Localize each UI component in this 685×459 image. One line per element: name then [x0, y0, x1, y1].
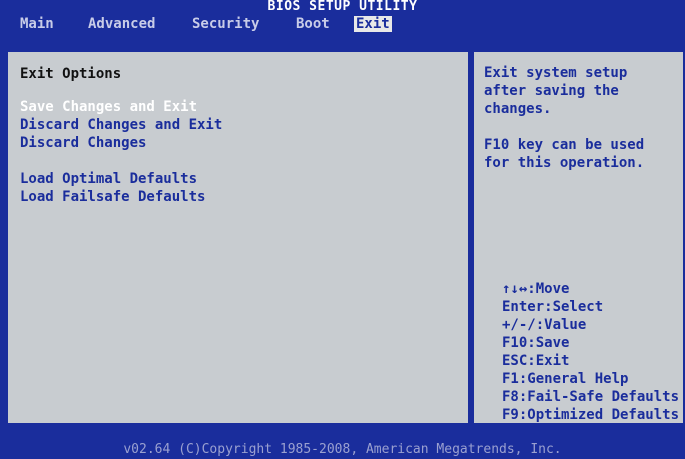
menu-boot[interactable]: Boot — [294, 16, 332, 32]
exit-options-panel: Exit Options Save Changes and Exit Disca… — [6, 50, 470, 425]
bios-screen: BIOS SETUP UTILITY Main Advanced Securit… — [0, 0, 685, 459]
help-panel: Exit system setup after saving the chang… — [472, 50, 685, 425]
key-select: Enter:Select — [502, 299, 604, 315]
help-line: Exit system setup — [484, 65, 628, 81]
key-optimized-defaults: F9:Optimized Defaults — [502, 407, 680, 423]
option-load-optimal-defaults[interactable]: Load Optimal Defaults — [20, 170, 197, 188]
key-exit: ESC:Exit — [502, 353, 570, 369]
option-load-failsafe-defaults[interactable]: Load Failsafe Defaults — [20, 188, 205, 206]
copyright-footer: v02.64 (C)Copyright 1985-2008, American … — [0, 441, 685, 459]
menu-main[interactable]: Main — [18, 16, 56, 32]
menu-security[interactable]: Security — [190, 16, 261, 32]
key-move: ↑↓↔:Move — [502, 281, 570, 297]
help-line: F10 key can be used — [484, 137, 645, 153]
option-discard-changes-and-exit[interactable]: Discard Changes and Exit — [20, 116, 222, 134]
key-legend: ↑↓↔:Move Enter:Select +/-/:Value F10:Sav… — [502, 280, 679, 424]
key-general-help: F1:General Help — [502, 371, 629, 387]
help-line: changes. — [484, 101, 552, 117]
section-title: Exit Options — [20, 66, 122, 82]
key-save: F10:Save — [502, 335, 570, 351]
key-fail-safe-defaults: F8:Fail-Safe Defaults — [502, 389, 680, 405]
option-discard-changes[interactable]: Discard Changes — [20, 134, 146, 152]
option-save-changes-and-exit[interactable]: Save Changes and Exit — [20, 98, 197, 116]
bios-title: BIOS SETUP UTILITY — [0, 0, 685, 14]
menu-exit[interactable]: Exit — [354, 16, 392, 32]
key-value: +/-/:Value — [502, 317, 587, 333]
help-line: after saving the — [484, 83, 619, 99]
menu-advanced[interactable]: Advanced — [86, 16, 157, 32]
menu-bar: Main Advanced Security Boot Exit — [0, 14, 685, 44]
help-line: for this operation. — [484, 155, 645, 171]
